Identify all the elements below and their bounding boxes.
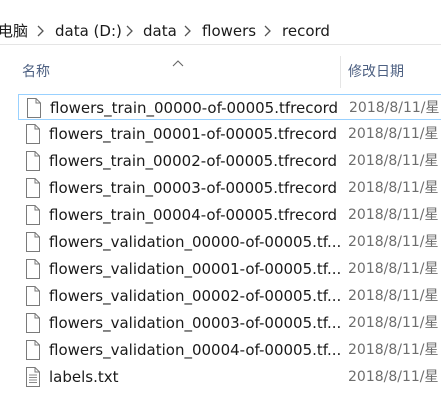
list-item[interactable]: flowers_train_00002-of-00005.tfrecord 20… [18,148,441,174]
list-item[interactable]: flowers_validation_00000-of-00005.tf... … [18,229,441,255]
breadcrumb: 电脑 data (D:) data flowers record [0,0,441,44]
list-item[interactable]: flowers_train_00000-of-00005.tfrecord 20… [18,94,441,120]
chevron-right-icon[interactable] [262,20,274,42]
file-name: labels.txt [49,368,119,386]
chevron-right-icon[interactable] [124,20,136,42]
document-icon [25,286,41,306]
file-name: flowers_train_00000-of-00005.tfrecord [50,99,339,117]
sort-ascending-icon [172,52,184,67]
file-date-modified: 2018/8/11/星 [348,315,439,331]
address-bar-divider [0,44,441,45]
document-icon [25,232,41,252]
file-name: flowers_train_00004-of-00005.tfrecord [49,206,338,224]
file-date-modified: 2018/8/11/星 [348,234,439,250]
breadcrumb-item-data[interactable]: data [143,20,177,42]
column-header-row: 名称 修改日期 [0,52,441,90]
breadcrumb-item-computer[interactable]: 电脑 [0,20,28,42]
document-icon [25,313,41,333]
file-name: flowers_train_00003-of-00005.tfrecord [49,179,338,197]
column-divider[interactable] [340,56,341,88]
chevron-right-icon[interactable] [35,20,47,42]
file-name: flowers_validation_00004-of-00005.tf... [49,341,342,359]
column-header-date-modified[interactable]: 修改日期 [348,62,404,82]
list-item[interactable]: flowers_train_00003-of-00005.tfrecord 20… [18,175,441,201]
chevron-right-icon[interactable] [182,20,194,42]
file-date-modified: 2018/8/11/星 [349,100,440,116]
file-name: flowers_validation_00001-of-00005.tf... [49,260,342,278]
document-icon [26,98,42,118]
file-name: flowers_train_00001-of-00005.tfrecord [49,125,338,143]
document-icon [25,124,41,144]
column-header-name[interactable]: 名称 [22,62,50,82]
breadcrumb-item-record[interactable]: record [282,20,330,42]
file-date-modified: 2018/8/11/星 [348,261,439,277]
document-icon [25,151,41,171]
list-item[interactable]: flowers_validation_00002-of-00005.tf... … [18,283,441,309]
file-date-modified: 2018/8/11/星 [348,288,439,304]
document-icon [25,205,41,225]
file-date-modified: 2018/8/11/星 [348,369,439,385]
breadcrumb-item-flowers[interactable]: flowers [202,20,256,42]
file-date-modified: 2018/8/11/星 [348,342,439,358]
document-icon [25,259,41,279]
document-icon [25,340,41,360]
file-name: flowers_validation_00000-of-00005.tf... [49,233,342,251]
file-date-modified: 2018/8/11/星 [348,153,439,169]
document-icon [25,178,41,198]
text-file-icon [25,367,41,387]
list-item[interactable]: flowers_train_00004-of-00005.tfrecord 20… [18,202,441,228]
file-name: flowers_validation_00002-of-00005.tf... [49,287,342,305]
file-date-modified: 2018/8/11/星 [348,126,439,142]
file-date-modified: 2018/8/11/星 [348,207,439,223]
file-name: flowers_train_00002-of-00005.tfrecord [49,152,338,170]
breadcrumb-item-drive-d[interactable]: data (D:) [55,20,122,42]
list-item[interactable]: flowers_train_00001-of-00005.tfrecord 20… [18,121,441,147]
list-item[interactable]: flowers_validation_00004-of-00005.tf... … [18,337,441,363]
list-item[interactable]: flowers_validation_00001-of-00005.tf... … [18,256,441,282]
list-item[interactable]: labels.txt 2018/8/11/星 [18,364,441,390]
file-date-modified: 2018/8/11/星 [348,180,439,196]
file-name: flowers_validation_00003-of-00005.tf... [49,314,342,332]
list-item[interactable]: flowers_validation_00003-of-00005.tf... … [18,310,441,336]
